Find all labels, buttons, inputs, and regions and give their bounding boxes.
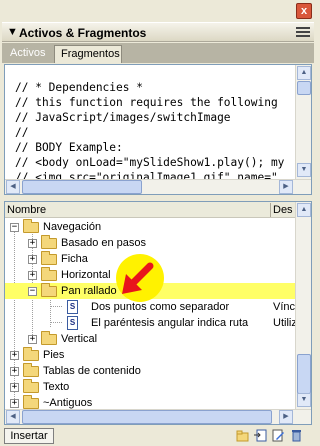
tree-row-tablas-de-contenido[interactable]: + Tablas de contenido bbox=[5, 363, 296, 379]
scroll-right-icon[interactable]: ▶ bbox=[279, 410, 293, 424]
new-snippet-icon[interactable] bbox=[254, 429, 267, 442]
tree-row-label: Texto bbox=[43, 381, 70, 393]
snippet-file-icon: S bbox=[67, 316, 78, 330]
expand-toggle-icon[interactable]: + bbox=[28, 335, 37, 344]
scroll-thumb[interactable] bbox=[22, 180, 142, 194]
tab-bar: Activos Fragmentos bbox=[2, 43, 314, 63]
expand-toggle-icon[interactable]: + bbox=[28, 271, 37, 280]
scroll-down-icon[interactable]: ▼ bbox=[297, 163, 311, 177]
tree-row-label: El paréntesis angular indica ruta bbox=[91, 317, 249, 329]
code-line: // bbox=[15, 126, 29, 139]
tree-row-pies[interactable]: + Pies bbox=[5, 347, 296, 363]
annotation-circle bbox=[116, 254, 164, 302]
code-horizontal-scrollbar[interactable]: ◀ ▶ bbox=[5, 179, 311, 194]
delete-icon[interactable] bbox=[290, 429, 303, 442]
options-menu-icon[interactable] bbox=[296, 25, 310, 39]
code-line: // <body onLoad="mySlideShow1.play(); my bbox=[15, 156, 285, 169]
red-arrow-icon bbox=[122, 262, 154, 294]
tree-row-label: Ficha bbox=[61, 253, 88, 265]
folder-icon bbox=[23, 395, 39, 409]
scroll-up-icon[interactable]: ▲ bbox=[297, 203, 311, 217]
collapse-triangle-icon[interactable]: ▼ bbox=[7, 26, 18, 38]
column-header: Nombre Des bbox=[5, 202, 296, 218]
tree-row-label: Pies bbox=[43, 349, 65, 361]
folder-icon bbox=[41, 235, 57, 249]
column-nombre[interactable]: Nombre bbox=[7, 204, 46, 216]
new-folder-icon[interactable] bbox=[236, 429, 249, 442]
scroll-down-icon[interactable]: ▼ bbox=[297, 393, 311, 407]
tree-row-vertical[interactable]: + Vertical bbox=[5, 331, 296, 347]
snippet-tree: Nombre Des − Navegación + Basado en paso… bbox=[4, 201, 312, 425]
expand-toggle-icon[interactable]: + bbox=[28, 239, 37, 248]
pane-splitter[interactable] bbox=[4, 195, 312, 200]
tree-row-label: Vertical bbox=[61, 333, 98, 345]
expand-toggle-icon[interactable]: + bbox=[28, 255, 37, 264]
code-preview: // * Dependencies * // this function req… bbox=[4, 64, 312, 195]
bottom-toolbar: Insertar bbox=[0, 425, 316, 446]
collapse-toggle-icon[interactable]: − bbox=[10, 223, 19, 232]
folder-icon bbox=[41, 283, 57, 297]
tree-row-parentesis-angular[interactable]: S El paréntesis angular indica ruta Util… bbox=[5, 315, 297, 331]
expand-toggle-icon[interactable]: + bbox=[10, 367, 19, 376]
code-line: // JavaScript/images/switchImage bbox=[15, 111, 231, 124]
tab-activos[interactable]: Activos bbox=[4, 45, 54, 63]
code-line: // BODY Example: bbox=[15, 141, 123, 154]
folder-icon bbox=[41, 251, 57, 265]
panel-titlebar: x ▼ Activos & Fragmentos bbox=[0, 0, 316, 42]
expand-toggle-icon[interactable]: + bbox=[10, 383, 19, 392]
tree-row-label: Tablas de contenido bbox=[43, 365, 141, 377]
folder-icon bbox=[23, 347, 39, 361]
code-line: // this function requires the following bbox=[15, 96, 278, 109]
tab-fragmentos[interactable]: Fragmentos bbox=[54, 45, 122, 63]
tree-row-description: Utiliz bbox=[273, 317, 297, 329]
tree-row-label: Pan rallado bbox=[61, 285, 117, 297]
scroll-up-icon[interactable]: ▲ bbox=[297, 66, 311, 80]
folder-icon bbox=[23, 219, 39, 233]
panel-header[interactable]: ▼ Activos & Fragmentos bbox=[2, 22, 314, 42]
tree-row-label: Basado en pasos bbox=[61, 237, 147, 249]
folder-icon bbox=[23, 363, 39, 377]
tree-vertical-scrollbar[interactable]: ▲ ▼ bbox=[295, 202, 311, 409]
folder-icon bbox=[41, 267, 57, 281]
collapse-toggle-icon[interactable]: − bbox=[28, 287, 37, 296]
tree-horizontal-scrollbar[interactable]: ◀ ▶ bbox=[5, 409, 311, 424]
panel-title: Activos & Fragmentos bbox=[19, 26, 147, 40]
scroll-thumb[interactable] bbox=[297, 354, 311, 394]
code-vertical-scrollbar[interactable]: ▲ ▼ bbox=[295, 65, 311, 179]
expand-toggle-icon[interactable]: + bbox=[10, 351, 19, 360]
tree-row-basado-en-pasos[interactable]: + Basado en pasos bbox=[5, 235, 296, 251]
expand-toggle-icon[interactable]: + bbox=[10, 399, 19, 408]
scroll-right-icon[interactable]: ▶ bbox=[279, 180, 293, 194]
column-descripcion[interactable]: Des bbox=[273, 204, 293, 216]
tree-row-label: Navegación bbox=[43, 221, 102, 233]
snippet-file-icon: S bbox=[67, 300, 78, 314]
column-divider[interactable] bbox=[270, 203, 271, 217]
scroll-left-icon[interactable]: ◀ bbox=[6, 410, 20, 424]
scroll-left-icon[interactable]: ◀ bbox=[6, 180, 20, 194]
close-icon[interactable]: x bbox=[296, 3, 312, 19]
tree-row-navegacion[interactable]: − Navegación bbox=[5, 219, 296, 235]
tree-row-description: Vínc bbox=[273, 301, 296, 313]
scroll-thumb[interactable] bbox=[297, 81, 311, 95]
folder-icon bbox=[23, 379, 39, 393]
insert-button[interactable]: Insertar bbox=[4, 428, 54, 444]
edit-snippet-icon[interactable] bbox=[272, 429, 285, 442]
tree-row-label: Horizontal bbox=[61, 269, 111, 281]
tree-row-texto[interactable]: + Texto bbox=[5, 379, 296, 395]
folder-icon bbox=[41, 331, 57, 345]
code-line: // * Dependencies * bbox=[15, 81, 143, 94]
scroll-thumb[interactable] bbox=[22, 410, 272, 424]
